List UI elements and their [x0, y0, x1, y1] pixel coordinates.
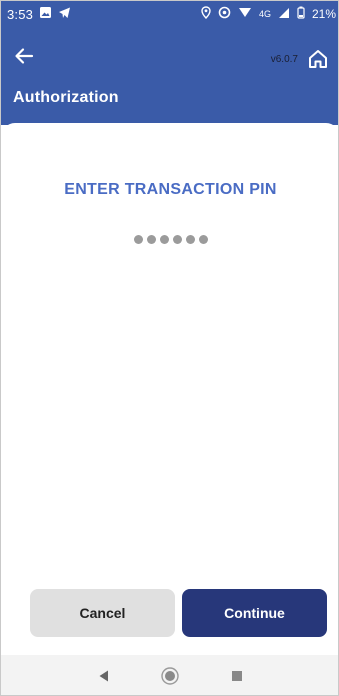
status-right: 4G 21%	[201, 6, 336, 22]
signal-icon	[278, 7, 290, 22]
pin-dot	[185, 235, 195, 244]
app-version: v6.0.7	[270, 54, 298, 65]
back-triangle-icon[interactable]	[94, 666, 114, 686]
data-saver-icon	[218, 6, 231, 22]
continue-button[interactable]: Continue	[182, 589, 327, 637]
cancel-button[interactable]: Cancel	[30, 589, 175, 637]
home-circle-icon[interactable]	[160, 666, 180, 686]
pin-dot	[146, 235, 156, 244]
location-icon	[201, 6, 211, 22]
status-bar: 3:53 4G 21%	[1, 1, 338, 27]
pin-dot	[198, 235, 208, 244]
pin-input[interactable]	[1, 235, 338, 244]
arrow-left-icon[interactable]	[13, 45, 35, 67]
status-left: 3:53	[7, 6, 71, 22]
pin-dot	[172, 235, 182, 244]
pin-dot	[159, 235, 169, 244]
wifi-icon	[238, 6, 252, 22]
app-header: v6.0.7 Authorization	[1, 27, 338, 125]
home-icon[interactable]	[306, 47, 330, 71]
pin-dot	[133, 235, 143, 244]
pin-prompt: ENTER TRANSACTION PIN	[64, 181, 277, 198]
battery-level: 21%	[311, 7, 336, 21]
network-label: 4G	[258, 9, 271, 19]
status-time: 3:53	[7, 6, 34, 22]
gallery-icon	[39, 6, 52, 22]
battery-icon	[297, 6, 305, 22]
pin-entry-card: ENTER TRANSACTION PIN	[1, 123, 338, 655]
system-nav-bar	[1, 655, 338, 695]
app-screen: 3:53 4G 21% v6.0.7 Authorization ENTER T…	[0, 0, 339, 696]
recents-square-icon[interactable]	[227, 666, 247, 686]
telegram-icon	[58, 6, 71, 22]
page-title: Authorization	[13, 89, 119, 106]
